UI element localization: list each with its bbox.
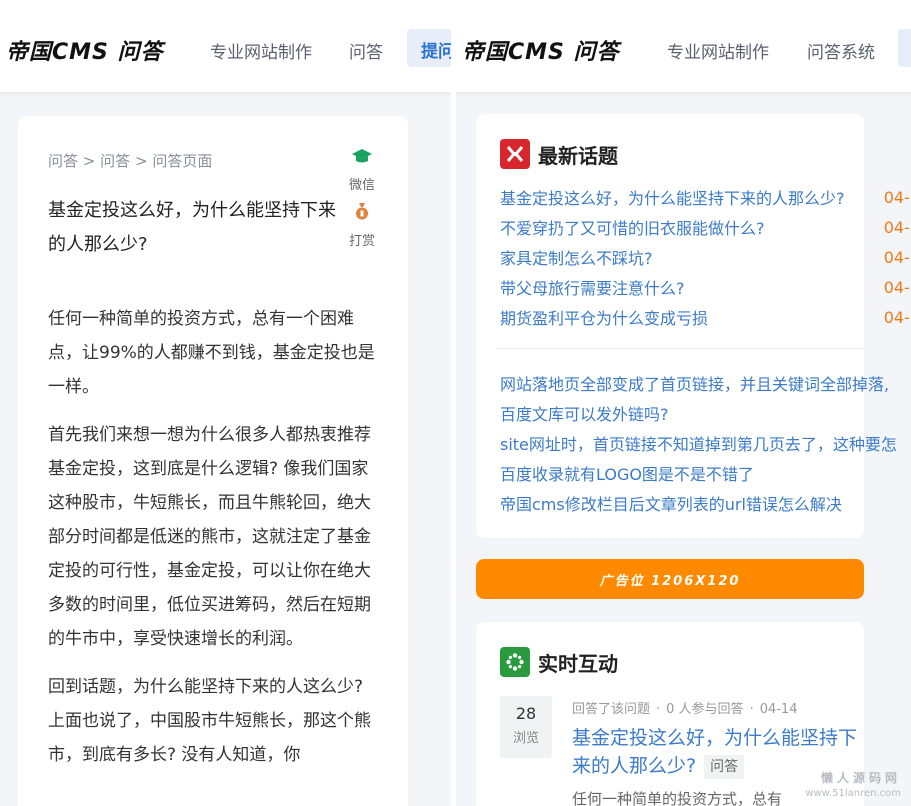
meta-answers: 0 人参与回答	[666, 702, 744, 717]
related-topic-item[interactable]: 百度文库可以发外链吗?	[500, 398, 911, 428]
graduation-cap-icon	[346, 148, 378, 168]
related-topic-item[interactable]: 网站落地页全部变成了首页链接，并且关键词全部掉落,	[500, 368, 911, 398]
site-logo[interactable]: 帝国CMS 问答	[6, 34, 164, 66]
article-paragraph: 回到话题，为什么能坚持下来的人这么少? 上面也说了，中国股市牛短熊长，那这个熊市…	[48, 677, 371, 765]
topic-item[interactable]: 家具定制怎么不踩坑? 04-1	[500, 242, 911, 272]
watermark-line: www.51lanren.com	[805, 788, 901, 799]
topic-title[interactable]: 百度文库可以发外链吗?	[500, 401, 669, 425]
topic-date: 04-1	[883, 187, 911, 207]
wechat-share-button[interactable]: 微信	[346, 148, 378, 193]
meta-date: 04-14	[759, 702, 798, 717]
topic-item[interactable]: 不爱穿扔了又可惜的旧衣服能做什么? 04-1	[500, 212, 911, 242]
watermark-line: 懒人源码网	[820, 771, 901, 785]
wechat-label: 微信	[348, 178, 375, 193]
views-stat: 28 浏览	[500, 696, 552, 758]
breadcrumb-separator: >	[134, 152, 148, 170]
topic-date: 04-1	[883, 277, 911, 297]
topic-title[interactable]: 帝国cms修改栏目后文章列表的url错误怎么解决	[500, 491, 842, 515]
live-interaction-title: 实时互动	[538, 651, 618, 676]
reward-button[interactable]: 打赏	[346, 202, 378, 249]
topic-item[interactable]: 期货盈利平仓为什么变成亏损 04-1	[500, 302, 911, 332]
right-page: 帝国CMS 问答 专业网站制作 问答系统 最新话题 基金定投这么好，为什么能坚持…	[456, 0, 911, 806]
article-paragraph: 任何一种简单的投资方式，总有一个困难点，让99%的人都赚不到钱，基金定投也是一样…	[48, 309, 375, 397]
breadcrumb-separator: >	[82, 152, 96, 170]
nav-item-qa-system[interactable]: 问答系统	[807, 38, 875, 63]
nav-item-qa[interactable]: 问答	[349, 38, 383, 63]
topic-title[interactable]: site网址时，首页链接不知道掉到第几页去了，这种要怎	[500, 431, 897, 455]
related-topic-item[interactable]: 百度收录就有LOGO图是不是不错了	[500, 458, 911, 488]
topic-title[interactable]: 期货盈利平仓为什么变成亏损	[500, 305, 708, 329]
topic-date: 04-1	[883, 247, 911, 267]
topic-date: 04-1	[883, 307, 911, 327]
related-topic-item[interactable]: site网址时，首页链接不知道掉到第几页去了，这种要怎	[500, 428, 911, 458]
nav-item-website[interactable]: 专业网站制作	[667, 38, 769, 63]
related-topic-list: 网站落地页全部变成了首页链接，并且关键词全部掉落, 百度文库可以发外链吗? si…	[500, 368, 911, 518]
views-count: 28	[515, 704, 537, 723]
meta-action: 回答了该问题	[572, 702, 651, 717]
article-title: 基金定投这么好，为什么能坚持下来的人那么少?	[48, 200, 336, 255]
topic-title[interactable]: 基金定投这么好，为什么能坚持下来的人那么少?	[500, 185, 845, 209]
breadcrumb: 问答 > 问答 > 问答页面	[48, 150, 212, 171]
latest-topics-title: 最新话题	[538, 143, 618, 168]
left-page: 帝国CMS 问答 专业网站制作 问答 提问 问答 > 问答 > 问答页面 基金定…	[0, 0, 451, 806]
site-header: 帝国CMS 问答 专业网站制作 问答系统	[456, 0, 911, 92]
interaction-logo-icon	[500, 647, 530, 677]
breadcrumb-item[interactable]: 问答	[48, 152, 78, 170]
latest-topics-card: 最新话题 基金定投这么好，为什么能坚持下来的人那么少? 04-1 不爱穿扔了又可惜…	[476, 114, 911, 538]
related-topic-item[interactable]: 帝国cms修改栏目后文章列表的url错误怎么解决	[500, 488, 911, 518]
views-label: 浏览	[512, 731, 539, 746]
topic-divider	[496, 348, 864, 349]
question-tag[interactable]: 问答	[704, 754, 745, 779]
ad-banner[interactable]: 广告位 1206X120	[476, 559, 864, 599]
latest-topic-list: 基金定投这么好，为什么能坚持下来的人那么少? 04-1 不爱穿扔了又可惜的旧衣服能…	[500, 182, 911, 332]
topic-title[interactable]: 网站落地页全部变成了首页链接，并且关键词全部掉落,	[500, 371, 889, 395]
question-meta: 回答了该问题 · 0 人参与回答 · 04-14	[572, 702, 798, 717]
breadcrumb-item[interactable]: 问答页面	[152, 152, 212, 170]
topic-title[interactable]: 百度收录就有LOGO图是不是不错了	[500, 461, 754, 485]
question-excerpt: 任何一种简单的投资方式，总有	[572, 790, 783, 806]
article-card: 问答 > 问答 > 问答页面 基金定投这么好，为什么能坚持下来的人那么少? 微信…	[18, 116, 408, 806]
site-header: 帝国CMS 问答 专业网站制作 问答 提问	[0, 0, 451, 92]
money-bag-icon	[346, 202, 378, 224]
topic-title[interactable]: 带父母旅行需要注意什么?	[500, 275, 685, 299]
watermark: 懒人源码网 www.51lanren.com	[805, 770, 901, 802]
reward-label: 打赏	[348, 234, 375, 249]
article-body: 任何一种简单的投资方式，总有一个困难点，让99%的人都赚不到钱，基金定投也是一样…	[48, 302, 378, 786]
live-interaction-header: 实时互动	[500, 646, 618, 678]
topic-item[interactable]: 带父母旅行需要注意什么? 04-1	[500, 272, 911, 302]
latest-topics-header: 最新话题	[500, 138, 618, 170]
nav-item-website[interactable]: 专业网站制作	[210, 38, 312, 63]
site-logo[interactable]: 帝国CMS 问答	[462, 34, 620, 66]
topic-title[interactable]: 家具定制怎么不踩坑?	[500, 245, 653, 269]
topics-logo-icon	[500, 139, 530, 169]
topic-item[interactable]: 基金定投这么好，为什么能坚持下来的人那么少? 04-1	[500, 182, 911, 212]
ask-question-button[interactable]: 提问	[407, 29, 451, 67]
topic-title[interactable]: 不爱穿扔了又可惜的旧衣服能做什么?	[500, 215, 765, 239]
ask-question-button[interactable]	[898, 29, 911, 67]
article-paragraph: 首先我们来想一想为什么很多人都热衷推荐基金定投，这到底是什么逻辑? 像我们国家这…	[48, 425, 371, 649]
topic-date: 04-1	[883, 217, 911, 237]
breadcrumb-item[interactable]: 问答	[100, 152, 130, 170]
